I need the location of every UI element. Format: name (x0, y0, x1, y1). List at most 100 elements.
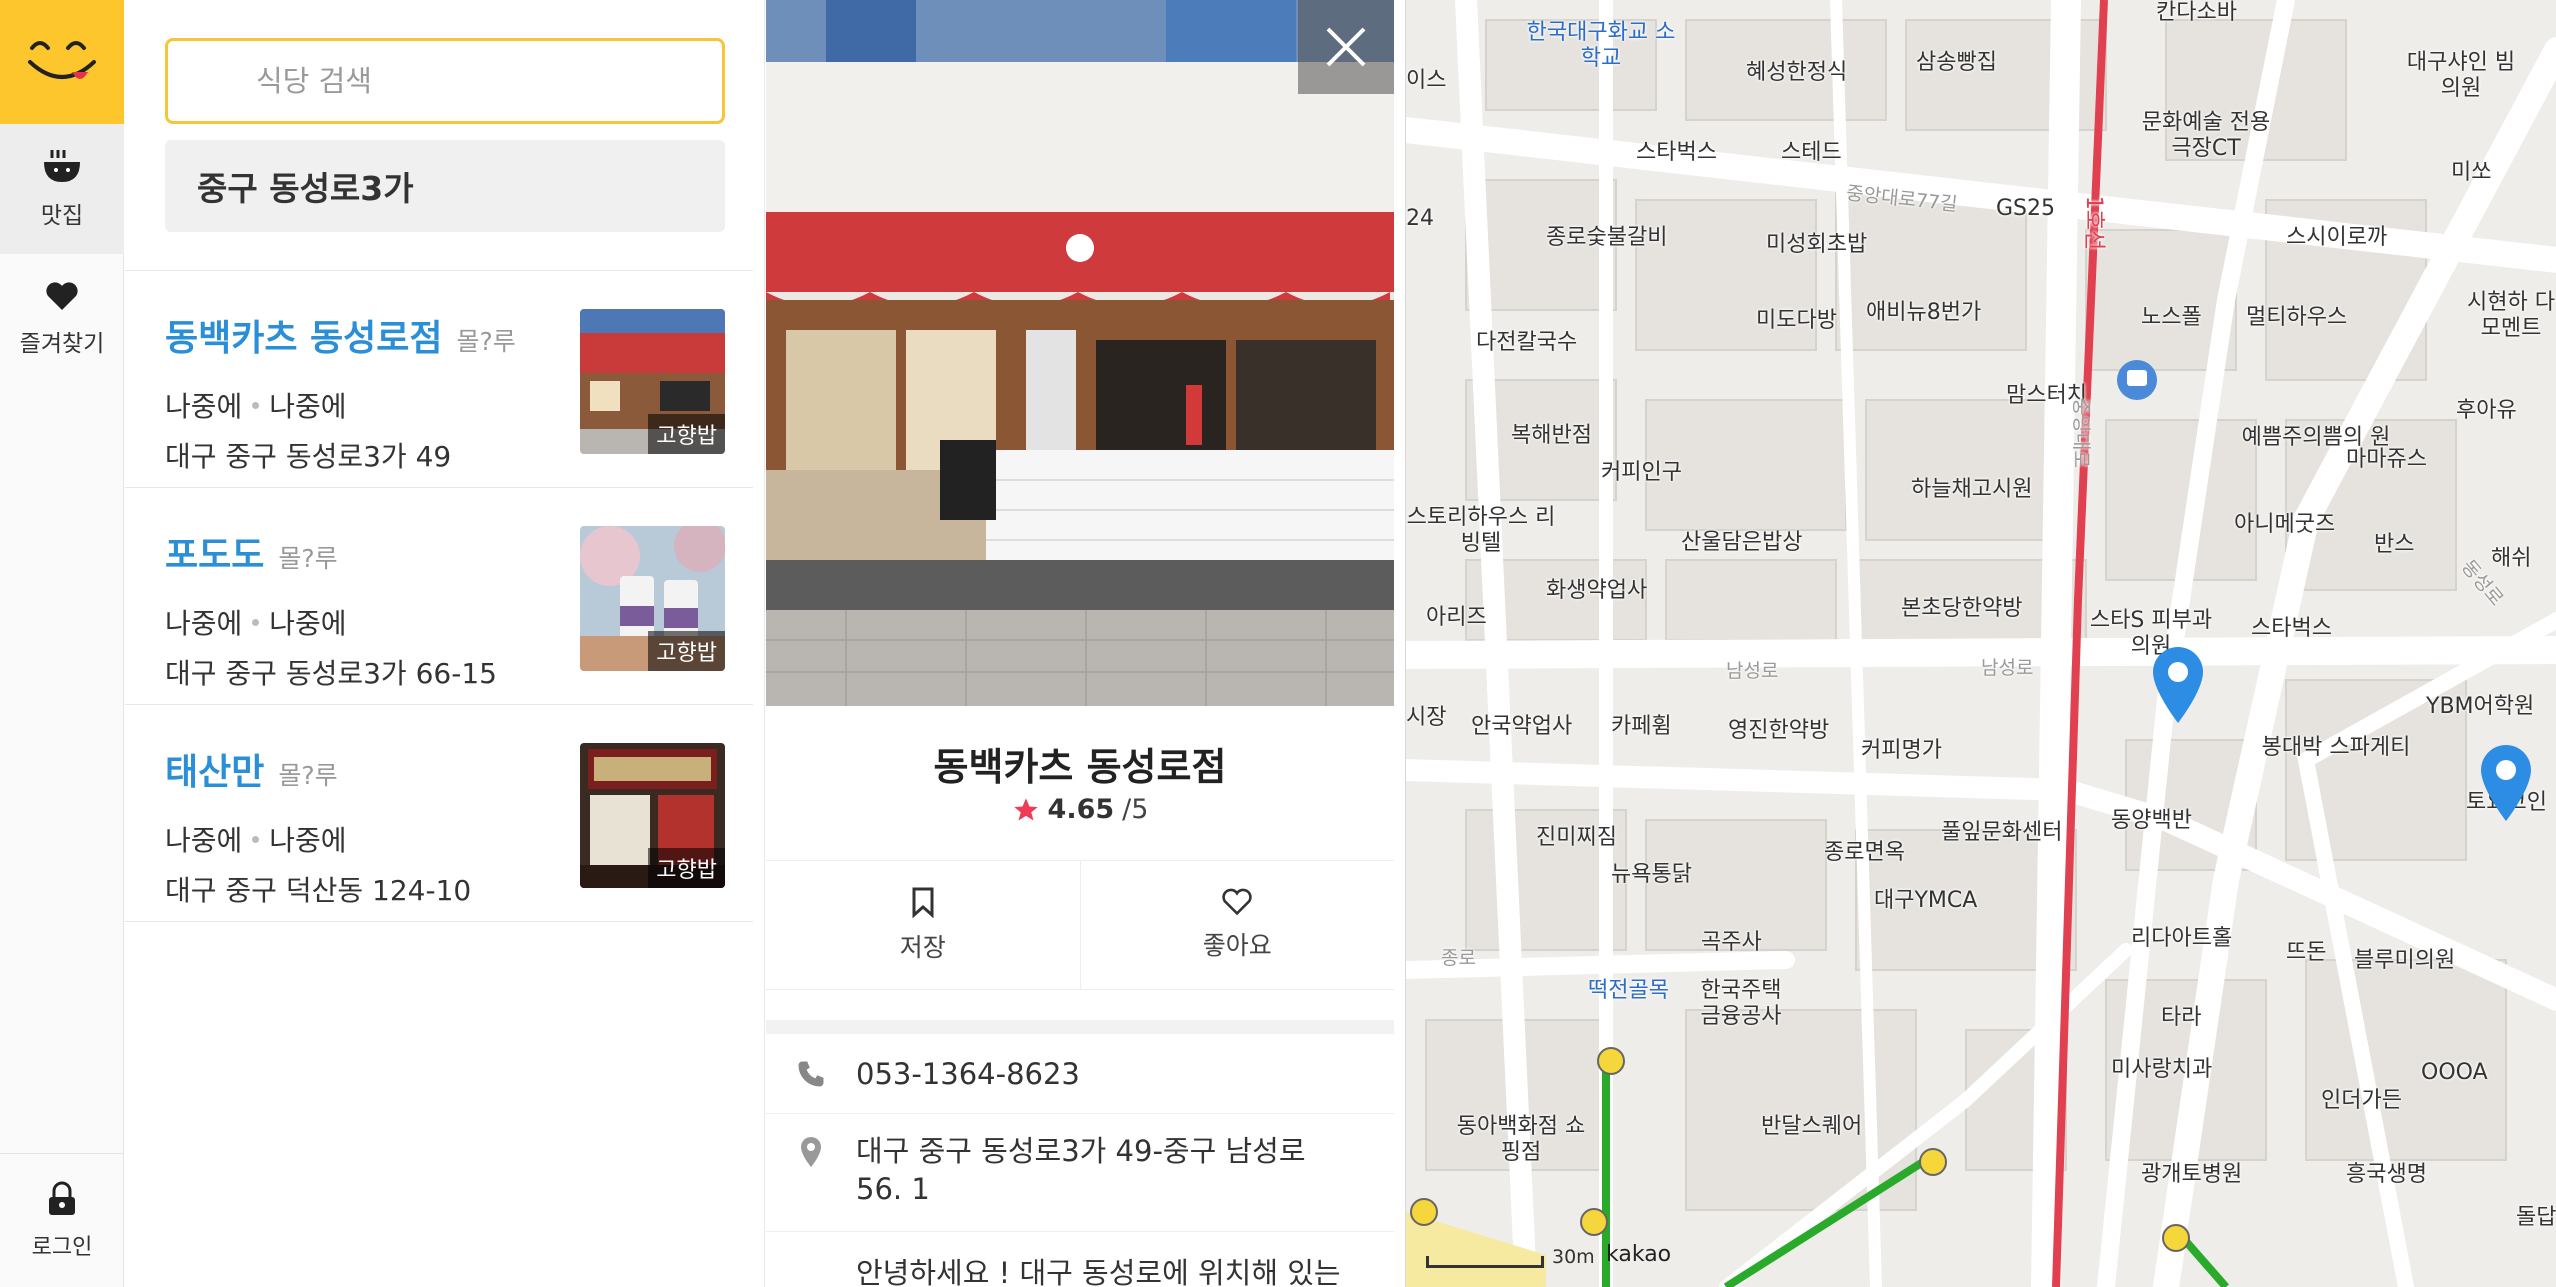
map-label[interactable]: 스테드 (1781, 140, 1842, 166)
map-label[interactable]: 블루미의원 (2354, 948, 2455, 974)
list-item[interactable]: 태산만 몰?루 나중에 나중에 대구 중구 덕산동 124-10 고향밥 (125, 705, 753, 922)
rail-item-restaurants[interactable]: 맛집 (0, 124, 124, 254)
phone-number[interactable]: 053-1364-8623 (856, 1057, 1080, 1091)
map-label[interactable]: 다전칼국수 (1476, 330, 1577, 356)
phone-icon (798, 1061, 824, 1086)
thumbnail-badge: 고향밥 (648, 414, 725, 454)
save-button[interactable]: 저장 (766, 861, 1080, 989)
map-label[interactable]: 종로숯불갈비 (1546, 225, 1667, 251)
map-label[interactable]: 칸다소바 (2156, 0, 2237, 26)
map-label[interactable]: GS25 (1996, 196, 2055, 222)
map-label[interactable]: 문화예술 전용극장CT (2136, 110, 2276, 162)
map-label[interactable]: 대구샤인 빔의원 (2401, 50, 2521, 102)
restaurant-list-panel: 중구 동성로3가 동백카츠 동성로점 몰?루 나중에 나중에 대구 중구 동성로… (125, 0, 765, 1287)
restaurant-category: 몰?루 (278, 544, 338, 573)
map-label[interactable]: 시현하 다모멘트 (2461, 290, 2556, 342)
map-label[interactable]: 미도다방 (1756, 308, 1837, 334)
map-label[interactable]: 산울담은밥상 (1681, 530, 1802, 556)
map-label[interactable]: 대구YMCA (1874, 888, 1977, 914)
hours-open: 나중에 (165, 607, 243, 640)
map-label[interactable]: 미사랑치과 (2111, 1057, 2212, 1083)
map-label[interactable]: 뜨돈 (2286, 940, 2326, 966)
rail-item-favorites[interactable]: 즐겨찾기 (0, 254, 124, 384)
map-label[interactable]: 마마쥬스 (2346, 447, 2427, 473)
map-label[interactable]: 반스 (2374, 532, 2414, 558)
search-input[interactable] (208, 64, 722, 98)
map-label[interactable]: 흥국생명 (2346, 1162, 2427, 1188)
map-marker-pin[interactable] (2151, 645, 2205, 725)
list-item[interactable]: 포도도 몰?루 나중에 나중에 대구 중구 동성로3가 66-15 고향밥 (125, 488, 753, 705)
bookmark-icon (912, 887, 934, 918)
map-label[interactable]: 풀잎문화센터 (1941, 820, 2062, 846)
map-label[interactable]: 멀티하우스 (2246, 305, 2347, 331)
app-logo[interactable] (0, 0, 124, 124)
app-window: 맛집 즐겨찾기 로그인 중구 동성로3가 (0, 0, 2556, 1287)
map-label[interactable]: 삼송빵집 (1916, 50, 1997, 76)
restaurant-thumbnail[interactable]: 고향밥 (580, 309, 725, 454)
search-box (165, 38, 725, 124)
map-label[interactable]: 스토리하우스 리빙텔 (1406, 505, 1556, 557)
map-label[interactable]: 후아유 (2456, 398, 2517, 424)
login-button[interactable]: 로그인 (0, 1153, 124, 1287)
map-label[interactable]: 곡주사 (1701, 930, 1762, 956)
map-label[interactable]: 혜성한정식 (1746, 60, 1847, 86)
map-label[interactable]: 인더가든 (2321, 1088, 2402, 1114)
like-button[interactable]: 좋아요 (1079, 861, 1395, 989)
map-view[interactable]: 한국대구화교 소학교 혜성한정식 삼송빵집 칸다소바 대구샤인 빔의원 이스 문… (1405, 0, 2556, 1287)
map-label[interactable]: 한국주택 금융공사 (1691, 978, 1791, 1030)
map-label[interactable]: 안국약업사 (1471, 714, 1572, 740)
map-label[interactable]: 아니메굿즈 (2234, 512, 2335, 538)
map-label[interactable]: 동아백화점 쇼핑점 (1456, 1114, 1586, 1166)
map-label[interactable]: 광개토병원 (2141, 1162, 2242, 1188)
map-label[interactable]: 떡전골목 (1588, 978, 1669, 1004)
phone-row[interactable]: 053-1364-8623 (766, 1034, 1394, 1114)
map-label[interactable]: OOOA (2421, 1060, 2488, 1086)
region-selector[interactable]: 중구 동성로3가 (165, 140, 725, 232)
smiley-logo-icon (28, 41, 96, 79)
map-label[interactable]: 영진한약방 (1728, 718, 1829, 744)
map-label[interactable]: 시장 (1406, 705, 1446, 731)
close-button[interactable] (1298, 0, 1394, 94)
map-label[interactable]: 해쉬 (2491, 546, 2531, 572)
map-label[interactable]: 미성회초밥 (1766, 232, 1867, 258)
map-label[interactable]: 노스폴 (2141, 305, 2202, 331)
map-label[interactable]: 커피명가 (1861, 738, 1942, 764)
map-label[interactable]: 이스 (1406, 68, 1446, 94)
map-label[interactable]: 리다아트홀 (2131, 926, 2232, 952)
map-label[interactable]: 커피인구 (1601, 460, 1682, 486)
map-label[interactable]: 뉴욕통닭 (1611, 862, 1692, 888)
map-marker-pin[interactable] (2479, 743, 2533, 823)
map-label[interactable]: 애비뉴8번가 (1866, 300, 1981, 326)
map-label[interactable]: 봉대박 스파게티 (2261, 735, 2411, 761)
storefront-photo (766, 0, 1394, 706)
map-label[interactable]: 아리즈 (1426, 605, 1487, 631)
map-label[interactable]: 화생약업사 (1546, 578, 1647, 604)
list-item[interactable]: 동백카츠 동성로점 몰?루 나중에 나중에 대구 중구 동성로3가 49 고향밥 (125, 271, 753, 488)
restaurant-thumbnail[interactable]: 고향밥 (580, 743, 725, 888)
road-label: 중앙대로 (2069, 398, 2092, 468)
map-label[interactable]: 스타벅스 (1636, 140, 1717, 166)
map-label[interactable]: 하늘채고시원 (1911, 477, 2032, 503)
map-label[interactable]: 반달스퀘어 (1761, 1114, 1862, 1140)
map-label[interactable]: 종로면옥 (1824, 840, 1905, 866)
restaurant-name[interactable]: 포도도 (165, 526, 264, 578)
map-label[interactable]: 미쏘 (2451, 160, 2491, 186)
map-label[interactable]: 스타벅스 (2251, 616, 2332, 642)
rating-score: 4.65 (1047, 794, 1115, 825)
map-label[interactable]: 돌답 (2516, 1205, 2556, 1231)
map-label[interactable]: 복해반점 (1511, 423, 1592, 449)
map-label[interactable]: 동양백반 (2111, 808, 2192, 834)
map-label[interactable]: 타라 (2161, 1005, 2201, 1031)
hours-close: 나중에 (269, 607, 347, 640)
restaurant-name[interactable]: 태산만 (165, 743, 264, 795)
map-label[interactable]: 카페휨 (1611, 714, 1672, 740)
map-label[interactable]: 스시이로까 (2286, 225, 2387, 251)
map-label[interactable]: 24 (1406, 206, 1434, 232)
restaurant-thumbnail[interactable]: 고향밥 (580, 526, 725, 671)
restaurant-name[interactable]: 동백카츠 동성로점 (165, 309, 443, 361)
map-label[interactable]: YBM어학원 (2426, 694, 2534, 720)
map-label[interactable]: 본초당한약방 (1901, 596, 2022, 622)
hours-open: 나중에 (165, 824, 243, 857)
map-label[interactable]: 한국대구화교 소학교 (1526, 20, 1676, 72)
map-label[interactable]: 진미찌짐 (1536, 825, 1617, 851)
